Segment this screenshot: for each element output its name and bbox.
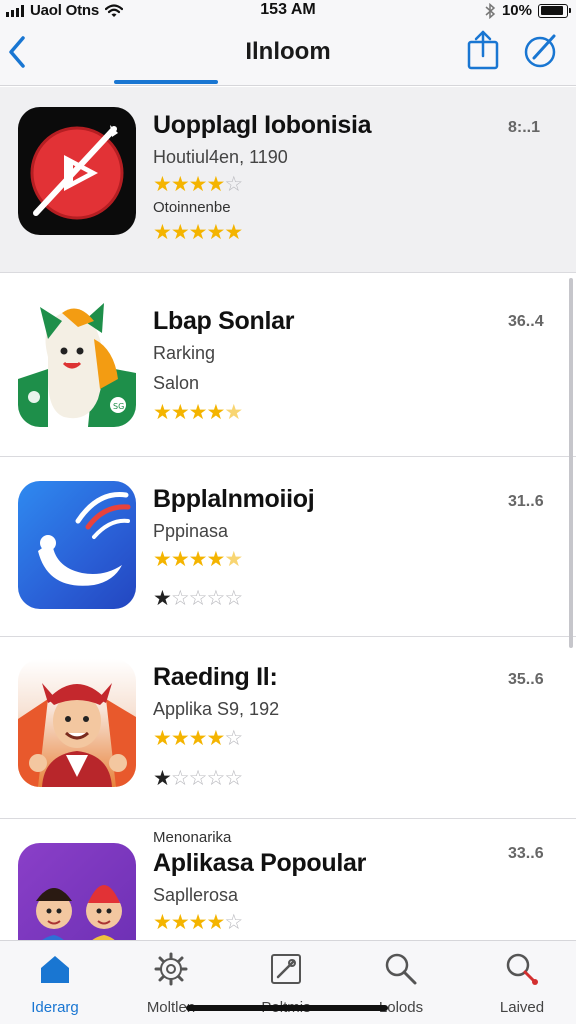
star-icon: ★: [153, 911, 172, 934]
gear-icon: [154, 952, 188, 986]
star-icon: ☆: [206, 587, 225, 610]
star-rating: ★★★★☆: [153, 173, 243, 196]
list-item-app-3[interactable]: Bpplalnmoiioj Pppinasa ★★★★★ ★☆☆☆☆ 31..6: [0, 457, 576, 637]
star-icon: ★: [170, 727, 190, 750]
star-icon: ★: [188, 548, 208, 571]
app-name: Raeding Il:: [153, 663, 278, 691]
star-rating-secondary: ★☆☆☆☆: [153, 587, 243, 610]
battery-percent: 10%: [501, 2, 532, 19]
star-icon: ★: [206, 911, 225, 934]
search-icon: [385, 953, 417, 985]
star-rating: ★★★★★: [153, 221, 243, 244]
star-icon: ★: [206, 548, 225, 571]
star-icon: ★: [206, 173, 225, 196]
app-name: Aplikasa Popoular: [153, 849, 367, 877]
status-bar: Uaol Otns 153 AM 10%: [0, 0, 576, 22]
app-subtitle-secondary: Otoinnenbe: [153, 199, 231, 216]
star-icon: ★: [188, 221, 208, 244]
star-icon: ★: [170, 911, 190, 934]
star-icon: ☆: [224, 587, 243, 610]
star-icon: ★: [153, 587, 172, 610]
bluetooth-icon: [485, 2, 496, 19]
app-category: Menonarika: [153, 829, 232, 846]
tab-bar: Iderarg Moltlen Poltmis Lolods: [0, 940, 576, 1024]
app-icon-4: [18, 659, 136, 787]
app-size: 35..6: [508, 671, 544, 688]
home-icon: [41, 956, 69, 983]
star-icon: ★: [170, 173, 190, 196]
edit-icon: [271, 954, 301, 984]
app-size: 8:..1: [508, 119, 541, 136]
star-rating: ★★★★☆: [153, 911, 243, 934]
star-rating: ★★★★★: [153, 548, 243, 571]
tab-saved[interactable]: Laived: [472, 949, 572, 1019]
search-red-icon: [506, 953, 538, 985]
star-icon: ★: [153, 401, 172, 424]
star-icon: ☆: [170, 767, 190, 790]
star-icon: ★: [153, 548, 172, 571]
list-item-app-1[interactable]: Uopplagl Iobonisia Houtiul4en, 1190 ★★★★…: [0, 87, 576, 273]
star-rating: ★★★★☆: [153, 727, 243, 750]
app-subtitle: Pppinasa: [153, 521, 229, 541]
star-icon: ★: [224, 548, 243, 571]
star-icon: ★: [170, 548, 190, 571]
star-icon: ★: [153, 767, 172, 790]
app-name: Bpplalnmoiioj: [153, 485, 315, 513]
star-icon: ★: [206, 401, 225, 424]
app-subtitle-secondary: Salon: [153, 373, 200, 393]
star-icon: ★: [153, 221, 172, 244]
compose-icon[interactable]: [522, 30, 560, 70]
star-icon: ★: [206, 221, 225, 244]
star-icon: ★: [153, 173, 172, 196]
battery-icon: [538, 3, 571, 18]
star-rating-secondary: ★☆☆☆☆: [153, 767, 243, 790]
app-icon-2: SG: [18, 299, 136, 427]
tab-label: Laived: [499, 999, 545, 1016]
app-size: 31..6: [508, 493, 544, 510]
app-subtitle: Rarking: [153, 343, 216, 363]
list-item-app-4[interactable]: Raeding Il: Applika S9, 192 ★★★★☆ ★☆☆☆☆ …: [0, 637, 576, 819]
tab-home[interactable]: Iderarg: [5, 949, 105, 1019]
app-subtitle: Applika S9, 192: [153, 699, 280, 719]
app-size: 33..6: [508, 845, 544, 862]
selected-tab-indicator: [114, 80, 218, 84]
star-icon: ☆: [224, 767, 243, 790]
navigation-bar: Ilnloom: [0, 22, 576, 86]
star-icon: ★: [170, 221, 190, 244]
star-icon: ★: [170, 401, 190, 424]
star-icon: ★: [188, 401, 208, 424]
star-icon: ★: [188, 727, 208, 750]
star-icon: ★: [188, 911, 208, 934]
star-icon: ☆: [170, 587, 190, 610]
scroll-indicator[interactable]: [569, 278, 573, 648]
list-item-app-2[interactable]: SG Lbap Sonlar Rarking Salon ★★★★★ 36..4: [0, 273, 576, 457]
star-rating: ★★★★★: [153, 401, 243, 424]
star-icon: ☆: [224, 173, 243, 196]
app-subtitle: Sapllerosa: [153, 885, 239, 905]
star-icon: ★: [224, 221, 243, 244]
star-icon: ☆: [206, 767, 225, 790]
home-indicator[interactable]: [186, 1005, 388, 1011]
svg-text:SG: SG: [113, 402, 124, 411]
star-icon: ★: [224, 401, 243, 424]
star-icon: ★: [206, 727, 225, 750]
star-icon: ★: [188, 173, 208, 196]
app-name: Lbap Sonlar: [153, 307, 295, 335]
share-icon[interactable]: [466, 30, 500, 70]
app-icon-1: [18, 107, 136, 235]
star-icon: ☆: [188, 767, 208, 790]
star-icon: ★: [153, 727, 172, 750]
star-icon: ☆: [224, 911, 243, 934]
star-icon: ☆: [224, 727, 243, 750]
app-icon-3: [18, 481, 136, 609]
app-size: 36..4: [508, 313, 544, 330]
app-name: Uopplagl Iobonisia: [153, 111, 372, 139]
tab-label: Iderarg: [31, 999, 79, 1016]
app-subtitle: Houtiul4en, 1190: [153, 147, 288, 167]
star-icon: ☆: [188, 587, 208, 610]
